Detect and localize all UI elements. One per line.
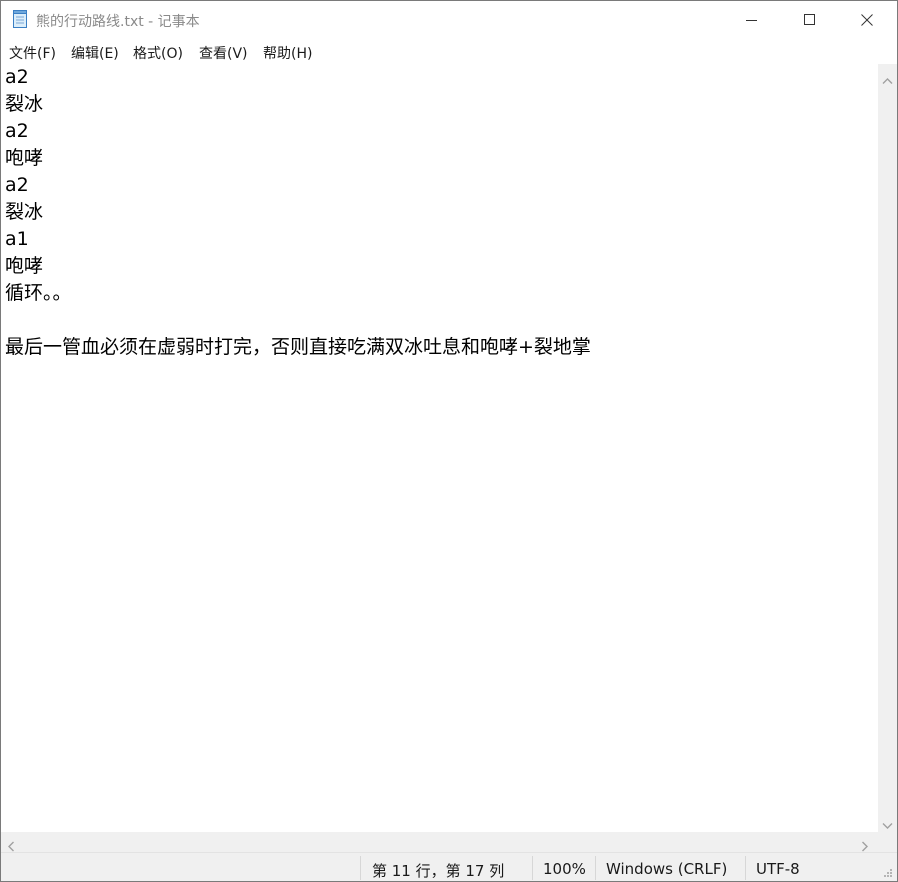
vertical-scrollbar[interactable] — [878, 64, 897, 832]
menu-help[interactable]: 帮助(H) — [263, 43, 312, 63]
status-divider — [532, 856, 533, 880]
text-line: 循环。。 — [5, 282, 72, 304]
line-ending: Windows (CRLF) — [606, 860, 728, 878]
maximize-button[interactable] — [781, 1, 839, 38]
menu-bar: 文件(F) 编辑(E) 格式(O) 查看(V) 帮助(H) — [1, 38, 897, 64]
file-encoding: UTF-8 — [756, 860, 800, 878]
cursor-position: 第 11 行，第 17 列 — [372, 862, 505, 880]
window-title: 熊的行动路线.txt - 记事本 — [36, 14, 200, 30]
scroll-up-icon[interactable] — [882, 70, 893, 89]
title-bar[interactable]: 熊的行动路线.txt - 记事本 — [1, 1, 897, 38]
menu-file[interactable]: 文件(F) — [9, 43, 56, 63]
text-line: 咆哮 — [5, 255, 44, 277]
status-divider — [745, 856, 746, 880]
text-line: 裂冰 — [5, 93, 44, 115]
minimize-button[interactable] — [723, 1, 781, 38]
scrollbar-corner — [878, 832, 897, 852]
status-bar: 第 11 行，第 17 列 100% Windows (CRLF) UTF-8 — [1, 852, 897, 881]
horizontal-scrollbar[interactable] — [1, 832, 878, 852]
text-line: 裂冰 — [5, 201, 44, 223]
status-divider — [595, 856, 596, 880]
text-line: 最后一管血必须在虚弱时打完，否则直接吃满双冰吐息和咆哮+裂地掌 — [5, 336, 591, 358]
notepad-window: 熊的行动路线.txt - 记事本 文件(F) 编辑(E) 格式(O) 查看(V) — [0, 0, 898, 882]
notepad-icon — [12, 10, 29, 29]
zoom-level: 100% — [543, 860, 586, 878]
text-line: a2 — [5, 174, 29, 196]
text-line: a2 — [5, 120, 29, 142]
text-line: a1 — [5, 228, 29, 250]
menu-format[interactable]: 格式(O) — [133, 43, 183, 63]
menu-view[interactable]: 查看(V) — [199, 43, 248, 63]
resize-grip-icon[interactable] — [881, 865, 893, 881]
menu-edit[interactable]: 编辑(E) — [71, 43, 119, 63]
status-divider — [360, 856, 361, 880]
text-line: 咆哮 — [5, 147, 44, 169]
close-button[interactable] — [839, 1, 897, 38]
text-line: a2 — [5, 66, 29, 88]
text-editor[interactable]: a2 裂冰 a2 咆哮 a2 裂冰 a1 咆哮 循环。。 最后一管血必须在虚弱时… — [1, 64, 878, 832]
